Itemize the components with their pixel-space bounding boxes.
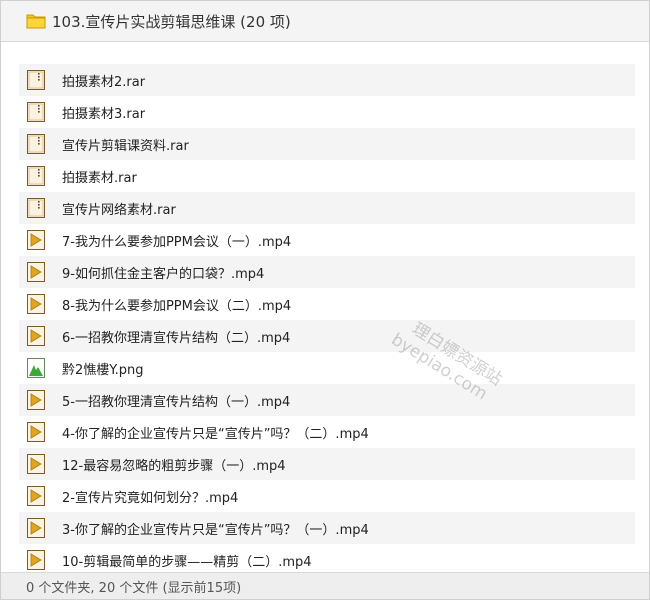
file-name: 拍摄素材2.rar: [62, 74, 146, 90]
video-icon: [26, 421, 46, 443]
file-name: 6-一招教你理清宣传片结构（二）.mp4: [62, 330, 291, 346]
archive-icon: [26, 101, 46, 123]
folder-icon: [26, 13, 46, 29]
file-name: 5-一招教你理清宣传片结构（一）.mp4: [62, 394, 291, 410]
video-icon: [26, 229, 46, 251]
file-name: 10-剪辑最简单的步骤——精剪（二）.mp4: [62, 554, 312, 570]
file-list: 拍摄素材2.rar 拍摄素材3.rar 宣传片剪辑课资料.rar 拍摄素材.rar 宣传…: [19, 64, 635, 572]
video-icon: [26, 549, 46, 571]
video-icon: [26, 325, 46, 347]
video-icon: [26, 389, 46, 411]
file-row[interactable]: 3-你了解的企业宣传片只是“宣传片”吗？（一）.mp4: [19, 512, 635, 544]
status-bar: 0 个文件夹, 20 个文件 (显示前15项): [1, 572, 649, 599]
file-list-window: 103.宣传片实战剪辑思维课 (20 项) 拍摄素材2.rar 拍摄素材3.rar…: [0, 0, 650, 600]
file-row[interactable]: 12-最容易忽略的粗剪步骤（一）.mp4: [19, 448, 635, 480]
video-icon: [26, 293, 46, 315]
video-icon: [26, 453, 46, 475]
file-name: 8-我为什么要参加PPM会议（二）.mp4: [62, 298, 292, 314]
archive-icon: [26, 133, 46, 155]
image-icon: [26, 357, 46, 379]
file-row[interactable]: 8-我为什么要参加PPM会议（二）.mp4: [19, 288, 635, 320]
file-row[interactable]: 拍摄素材.rar: [19, 160, 635, 192]
file-name: 拍摄素材.rar: [62, 170, 137, 186]
window-title: 103.宣传片实战剪辑思维课 (20 项): [52, 12, 291, 31]
file-row[interactable]: 宣传片网络素材.rar: [19, 192, 635, 224]
file-name: 3-你了解的企业宣传片只是“宣传片”吗？（一）.mp4: [62, 522, 369, 538]
archive-icon: [26, 69, 46, 91]
file-row[interactable]: 2-宣传片究竟如何划分？.mp4: [19, 480, 635, 512]
file-row[interactable]: 5-一招教你理清宣传片结构（一）.mp4: [19, 384, 635, 416]
video-icon: [26, 485, 46, 507]
status-text: 0 个文件夹, 20 个文件 (显示前15项): [26, 581, 242, 596]
title-bar: 103.宣传片实战剪辑思维课 (20 项): [1, 1, 649, 42]
file-row[interactable]: 6-一招教你理清宣传片结构（二）.mp4: [19, 320, 635, 352]
video-icon: [26, 517, 46, 539]
file-row[interactable]: 10-剪辑最简单的步骤——精剪（二）.mp4: [19, 544, 635, 572]
file-name: 黔2憔樓Y.png: [62, 362, 144, 378]
file-row[interactable]: 宣传片剪辑课资料.rar: [19, 128, 635, 160]
video-icon: [26, 261, 46, 283]
archive-icon: [26, 197, 46, 219]
file-row[interactable]: 4-你了解的企业宣传片只是“宣传片”吗？（二）.mp4: [19, 416, 635, 448]
archive-icon: [26, 165, 46, 187]
file-row[interactable]: 7-我为什么要参加PPM会议（一）.mp4: [19, 224, 635, 256]
file-name: 宣传片网络素材.rar: [62, 202, 176, 218]
file-row[interactable]: 拍摄素材3.rar: [19, 96, 635, 128]
file-row[interactable]: 9-如何抓住金主客户的口袋？.mp4: [19, 256, 635, 288]
file-name: 7-我为什么要参加PPM会议（一）.mp4: [62, 234, 292, 250]
file-row[interactable]: 拍摄素材2.rar: [19, 64, 635, 96]
file-name: 9-如何抓住金主客户的口袋？.mp4: [62, 266, 265, 282]
file-name: 宣传片剪辑课资料.rar: [62, 138, 189, 154]
file-row[interactable]: 黔2憔樓Y.png: [19, 352, 635, 384]
file-name: 2-宣传片究竟如何划分？.mp4: [62, 490, 239, 506]
file-name: 4-你了解的企业宣传片只是“宣传片”吗？（二）.mp4: [62, 426, 369, 442]
file-name: 拍摄素材3.rar: [62, 106, 146, 122]
file-name: 12-最容易忽略的粗剪步骤（一）.mp4: [62, 458, 286, 474]
